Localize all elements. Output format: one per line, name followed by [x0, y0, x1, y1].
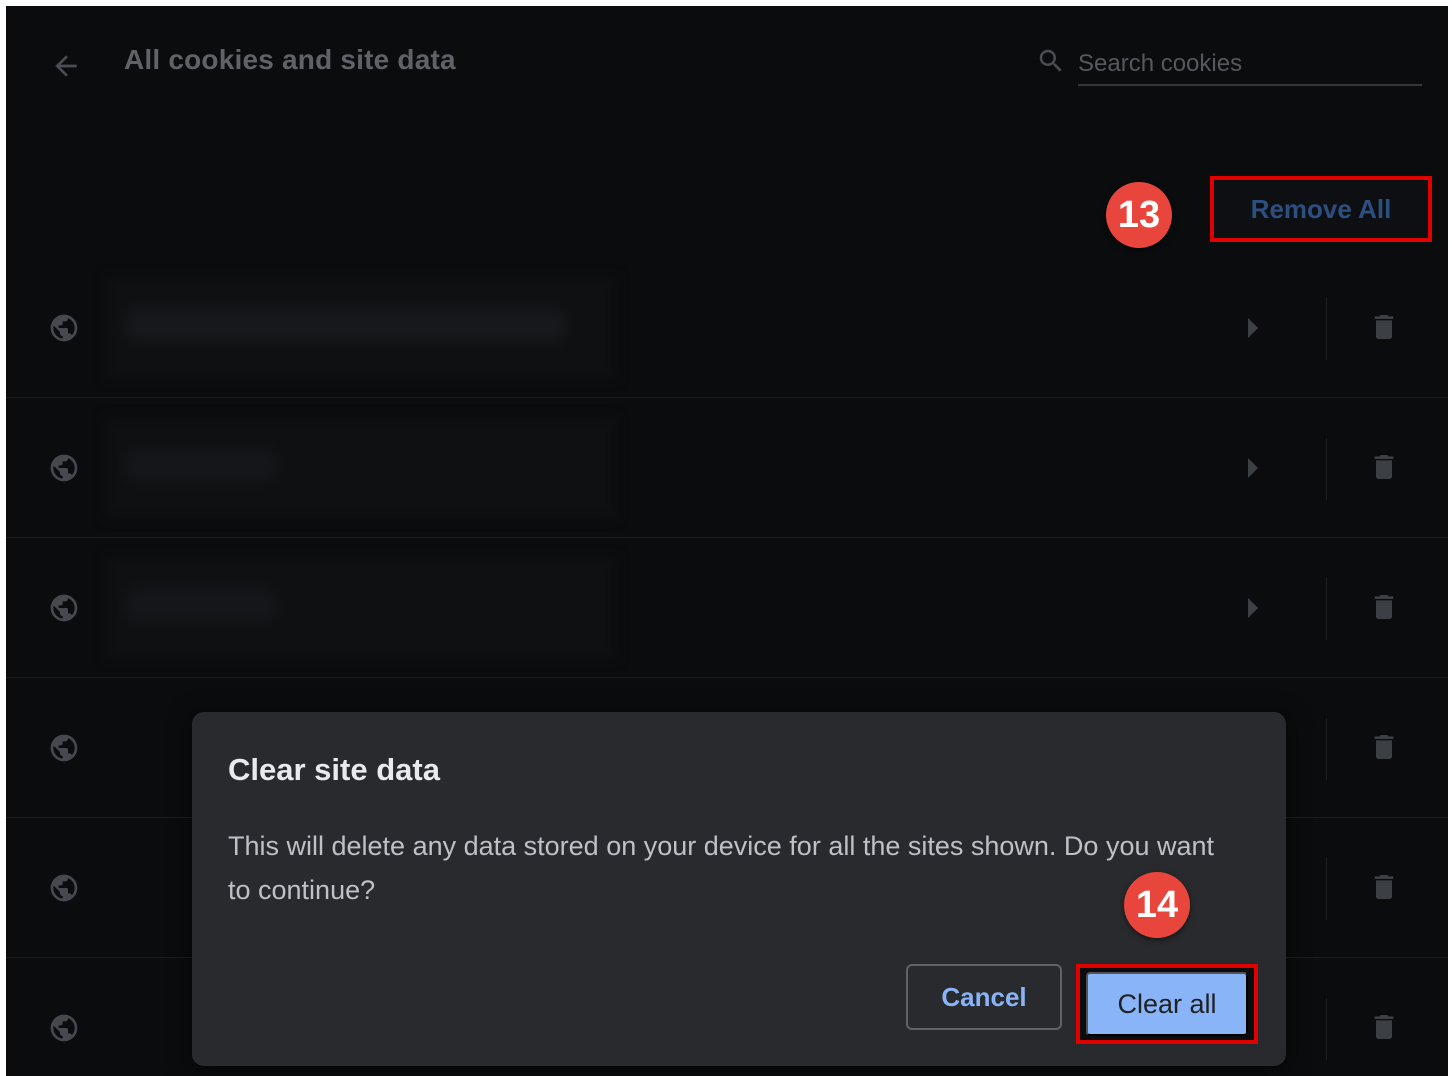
search-icon	[1039, 49, 1062, 72]
trash-icon[interactable]	[1368, 588, 1400, 626]
globe-icon	[50, 1014, 78, 1042]
site-name-redacted	[106, 278, 616, 378]
site-name-redacted	[106, 558, 616, 658]
step-14-badge: 14	[1124, 872, 1190, 938]
step-13-badge: 13	[1106, 182, 1172, 248]
globe-icon	[50, 874, 78, 902]
globe-icon	[50, 734, 78, 762]
globe-icon	[50, 594, 78, 622]
search-box	[1036, 44, 1424, 90]
page-title: All cookies and site data	[124, 44, 456, 75]
trash-icon[interactable]	[1368, 728, 1400, 766]
dialog-title: Clear site data	[228, 752, 440, 787]
trash-icon[interactable]	[1368, 1008, 1400, 1046]
dialog-message: This will delete any data stored on your…	[228, 831, 1215, 905]
globe-icon	[50, 314, 78, 342]
row-separator	[1326, 998, 1327, 1060]
clear-all-highlight: Clear all	[1076, 964, 1258, 1044]
globe-icon	[50, 454, 78, 482]
search-input[interactable]	[1078, 44, 1422, 86]
site-row[interactable]	[6, 258, 1448, 398]
chevron-right-icon[interactable]	[1244, 596, 1260, 620]
cancel-button[interactable]: Cancel	[906, 964, 1062, 1030]
clear-all-button[interactable]: Clear all	[1086, 972, 1248, 1036]
site-row[interactable]	[6, 398, 1448, 538]
arrow-left-icon	[55, 55, 77, 77]
row-separator	[1326, 438, 1327, 500]
chevron-right-icon[interactable]	[1244, 456, 1260, 480]
remove-all-button[interactable]: Remove All	[1210, 176, 1432, 242]
trash-icon[interactable]	[1368, 308, 1400, 346]
trash-icon[interactable]	[1368, 448, 1400, 486]
row-separator	[1326, 578, 1327, 640]
trash-icon[interactable]	[1368, 868, 1400, 906]
back-button[interactable]	[46, 46, 86, 86]
row-separator	[1326, 298, 1327, 360]
cookies-settings-page: All cookies and site data 13 Remove All	[6, 6, 1448, 1076]
site-name-redacted	[106, 418, 616, 518]
row-separator	[1326, 718, 1327, 780]
chevron-right-icon[interactable]	[1244, 316, 1260, 340]
row-separator	[1326, 858, 1327, 920]
remove-all-label: Remove All	[1250, 193, 1392, 224]
site-row[interactable]	[6, 538, 1448, 678]
